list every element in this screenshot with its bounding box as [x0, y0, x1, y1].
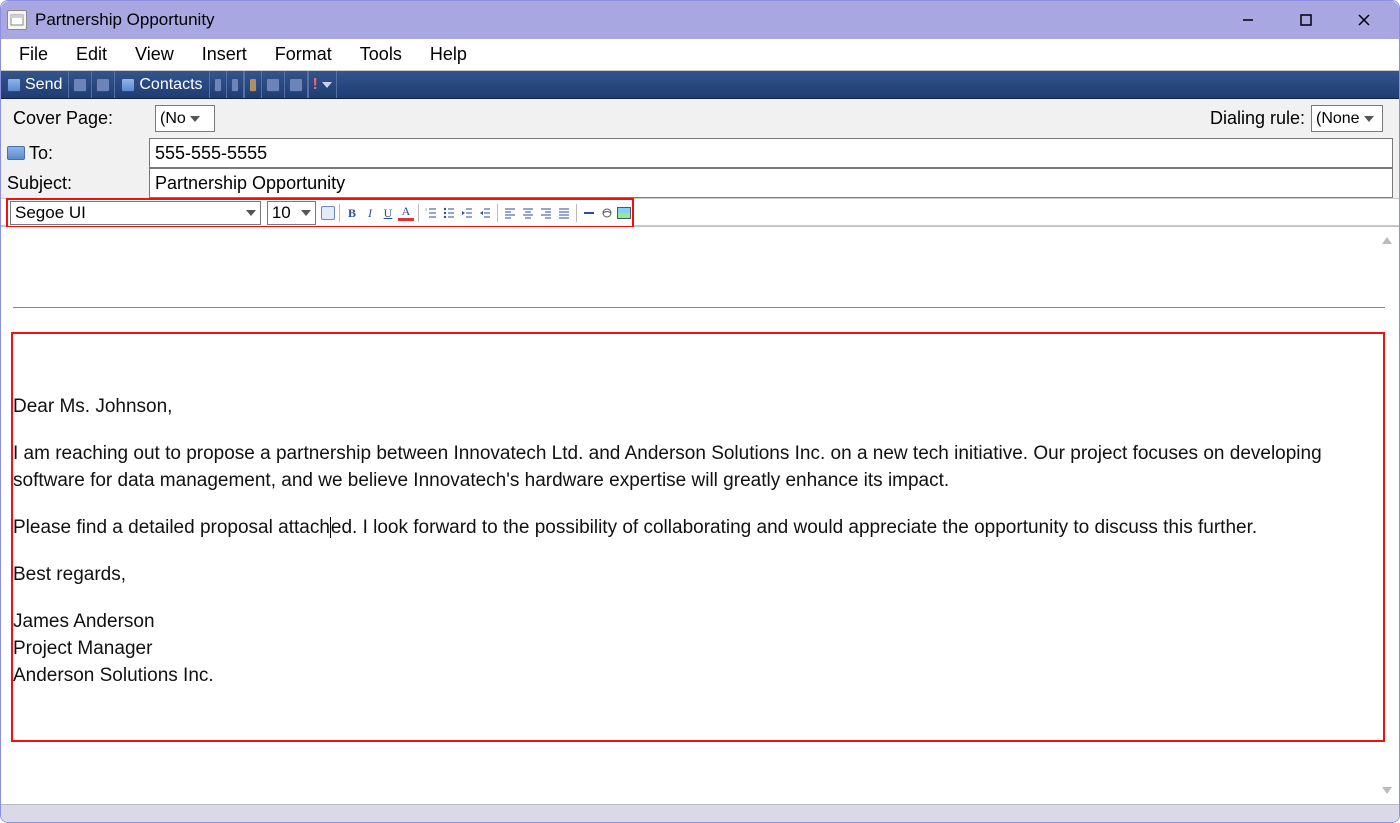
generic-icon	[214, 78, 222, 92]
chevron-down-icon	[246, 210, 256, 216]
numbered-list-button[interactable]: 1	[423, 205, 439, 221]
contacts-button[interactable]: Contacts	[115, 71, 209, 98]
maximize-button[interactable]	[1277, 1, 1335, 39]
signature-company: Anderson Solutions Inc.	[13, 663, 1379, 690]
titlebar: Partnership Opportunity	[1, 1, 1399, 39]
signature-title: Project Manager	[13, 636, 1379, 663]
app-icon	[7, 10, 27, 30]
format-toolbar-row: Segoe UI 10 B I U A 1	[1, 198, 1399, 226]
menu-tools[interactable]: Tools	[346, 40, 416, 69]
insert-link-button[interactable]	[599, 205, 615, 221]
align-center-button[interactable]	[520, 205, 536, 221]
send-icon	[7, 78, 21, 92]
dialing-rule-select[interactable]: (None	[1311, 105, 1383, 132]
scroll-up-button[interactable]	[1379, 233, 1395, 249]
outdent-button[interactable]	[459, 205, 475, 221]
paragraph-1: I am reaching out to propose a partnersh…	[13, 441, 1379, 495]
send-label: Send	[25, 76, 62, 94]
close-button[interactable]	[1335, 1, 1393, 39]
paragraph-2a: Please find a detailed proposal attach	[13, 517, 330, 538]
menu-file[interactable]: File	[5, 40, 62, 69]
save-icon	[73, 78, 87, 92]
format-toolbar: Segoe UI 10 B I U A 1	[6, 198, 634, 228]
menu-format[interactable]: Format	[261, 40, 346, 69]
to-input[interactable]	[149, 138, 1393, 168]
cover-page-value: (No	[160, 110, 186, 128]
chevron-down-icon	[301, 210, 311, 216]
body-separator	[13, 307, 1385, 308]
toolbar-icon-1[interactable]	[210, 71, 227, 98]
scroll-down-button[interactable]	[1379, 782, 1395, 798]
attach-button[interactable]	[245, 71, 262, 98]
paragraph-2b: ed. I look forward to the possibility of…	[331, 517, 1257, 538]
menu-view[interactable]: View	[121, 40, 188, 69]
paragraph-2: Please find a detailed proposal attached…	[13, 515, 1379, 542]
italic-button[interactable]: I	[362, 205, 378, 221]
toolbar-icon-3[interactable]	[262, 71, 285, 98]
chevron-down-icon	[1364, 116, 1374, 122]
paperclip-icon	[249, 78, 257, 92]
priority-button[interactable]: !	[309, 71, 337, 98]
svg-text:1: 1	[425, 207, 427, 212]
font-size-select[interactable]: 10	[267, 201, 316, 225]
editor-wrap: Dear Ms. Johnson, I am reaching out to p…	[1, 227, 1399, 804]
horizontal-line-button[interactable]	[581, 205, 597, 221]
paragraph-style-button[interactable]	[321, 206, 335, 220]
justify-button[interactable]	[556, 205, 572, 221]
contact-card-icon	[7, 146, 25, 160]
align-left-button[interactable]	[502, 205, 518, 221]
dialing-rule-value: (None	[1316, 110, 1360, 128]
bold-button[interactable]: B	[344, 205, 360, 221]
cover-page-select[interactable]: (No	[155, 105, 215, 132]
cover-page-label: Cover Page:	[7, 108, 155, 129]
contacts-label: Contacts	[139, 76, 202, 94]
generic-icon	[231, 78, 239, 92]
menubar: File Edit View Insert Format Tools Help	[1, 39, 1399, 71]
contacts-icon	[121, 78, 135, 92]
menu-insert[interactable]: Insert	[188, 40, 261, 69]
greeting: Dear Ms. Johnson,	[13, 394, 1379, 421]
chevron-down-icon	[322, 82, 332, 88]
toolbar-icon-4[interactable]	[285, 71, 308, 98]
send-button[interactable]: Send	[1, 71, 69, 98]
window-title: Partnership Opportunity	[35, 10, 1219, 30]
minimize-button[interactable]	[1219, 1, 1277, 39]
address-book-icon-button[interactable]	[92, 71, 115, 98]
toolbar: Send Contacts !	[1, 71, 1399, 99]
statusbar	[1, 804, 1399, 822]
bulleted-list-button[interactable]	[441, 205, 457, 221]
font-size-value: 10	[272, 203, 291, 223]
regards: Best regards,	[13, 562, 1379, 589]
align-right-button[interactable]	[538, 205, 554, 221]
font-family-value: Segoe UI	[15, 203, 86, 223]
save-button[interactable]	[69, 71, 92, 98]
insert-image-button[interactable]	[617, 207, 631, 219]
underline-button[interactable]: U	[380, 205, 396, 221]
to-button[interactable]: To:	[7, 143, 53, 164]
subject-label: Subject:	[1, 173, 149, 194]
font-family-select[interactable]: Segoe UI	[10, 201, 261, 225]
menu-edit[interactable]: Edit	[62, 40, 121, 69]
indent-button[interactable]	[477, 205, 493, 221]
dialing-rule-label: Dialing rule:	[1210, 108, 1305, 129]
generic-icon	[289, 78, 303, 92]
chevron-down-icon	[190, 116, 200, 122]
header-fields: Cover Page: (No Dialing rule: (None To: …	[1, 99, 1399, 227]
to-label: To:	[29, 143, 53, 164]
generic-icon	[266, 78, 280, 92]
subject-input[interactable]	[149, 168, 1393, 198]
address-book-icon	[96, 78, 110, 92]
body-content-outline: Dear Ms. Johnson, I am reaching out to p…	[11, 332, 1385, 742]
font-color-button[interactable]: A	[398, 205, 414, 221]
signature-name: James Anderson	[13, 609, 1379, 636]
toolbar-icon-2[interactable]	[227, 71, 244, 98]
message-body[interactable]: Dear Ms. Johnson, I am reaching out to p…	[1, 307, 1399, 804]
menu-help[interactable]: Help	[416, 40, 481, 69]
priority-icon: !	[313, 76, 318, 94]
